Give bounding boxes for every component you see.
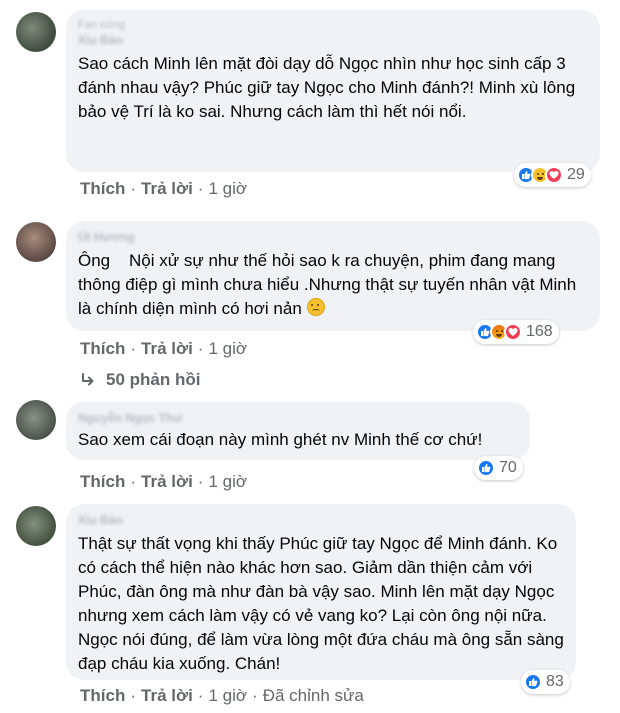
frowning-face-emoji (306, 298, 325, 316)
avatar[interactable] (16, 222, 56, 262)
reaction-summary[interactable]: 70 (474, 456, 523, 480)
comment-actions: Thích · Trả lời · 1 giờ (80, 472, 248, 491)
reaction-count: 29 (567, 166, 585, 183)
replies-count-label[interactable]: 50 phản hồi (106, 368, 200, 392)
reply-arrow-icon (82, 373, 94, 386)
reaction-count: 168 (526, 323, 553, 340)
comment-time[interactable]: 1 giờ (208, 179, 247, 198)
comment-time[interactable]: 1 giờ (208, 686, 247, 705)
comment-author[interactable]: Xiu Bảo (78, 32, 588, 48)
avatar[interactable] (16, 506, 56, 546)
like-reaction-icon (477, 459, 495, 477)
edited-label[interactable]: Đã chỉnh sửa (263, 686, 364, 705)
comment-text: Thật sự thất vọng khi thấy Phúc giữ tay … (78, 534, 569, 673)
avatar[interactable] (16, 400, 56, 440)
comment-text: Ông Nội xử sự như thế hỏi sao k ra chuyệ… (78, 249, 588, 321)
comment-text: Sao cách Minh lên mặt đòi dạy dỗ Ngọc nh… (78, 54, 580, 121)
comment-author[interactable]: Xiu Bảo (78, 512, 564, 528)
comment-bubble: Nguyễn Ngọc Thư Sao xem cái đoạn này mìn… (66, 402, 530, 460)
comment-author[interactable]: Út Hương (78, 229, 588, 245)
reaction-count: 70 (499, 459, 517, 476)
comment-author[interactable]: Nguyễn Ngọc Thư (78, 410, 518, 426)
love-reaction-icon (545, 166, 563, 184)
like-button[interactable]: Thích (80, 179, 125, 198)
reaction-summary[interactable]: 168 (473, 320, 559, 344)
reply-button[interactable]: Trả lời (141, 472, 193, 491)
comment-bubble: Fan cứng Xiu Bảo Sao cách Minh lên mặt đ… (66, 10, 600, 172)
comment-time[interactable]: 1 giờ (208, 339, 247, 358)
like-button[interactable]: Thích (80, 686, 125, 705)
comment-text-body: Ông Nội xử sự như thế hỏi sao k ra chuyệ… (78, 251, 581, 318)
like-button[interactable]: Thích (80, 339, 125, 358)
comment-actions: Thích · Trả lời · 1 giờ (80, 179, 248, 198)
comment-time[interactable]: 1 giờ (208, 472, 247, 491)
reply-button[interactable]: Trả lời (141, 686, 193, 705)
reply-button[interactable]: Trả lời (141, 179, 193, 198)
love-reaction-icon (504, 323, 522, 341)
comment-text: Sao xem cái đoạn này mình ghét nv Minh t… (78, 430, 483, 449)
like-reaction-icon (524, 673, 542, 691)
comment-bubble: Út Hương Ông Nội xử sự như thế hỏi sao k… (66, 221, 600, 331)
like-button[interactable]: Thích (80, 472, 125, 491)
comment-bubble: Xiu Bảo Thật sự thất vọng khi thấy Phúc … (66, 504, 576, 680)
view-replies-button[interactable]: 50 phản hồi (80, 368, 200, 392)
comment-actions: Thích · Trả lời · 1 giờ (80, 339, 248, 358)
reaction-summary[interactable]: 29 (514, 163, 591, 187)
fan-badge: Fan cứng (78, 19, 126, 31)
reaction-summary[interactable]: 83 (521, 670, 570, 694)
comment-actions: Thích · Trả lời · 1 giờ · Đã chỉnh sửa (80, 686, 364, 705)
reply-button[interactable]: Trả lời (141, 339, 193, 358)
reaction-count: 83 (546, 673, 564, 690)
avatar[interactable] (16, 12, 56, 52)
